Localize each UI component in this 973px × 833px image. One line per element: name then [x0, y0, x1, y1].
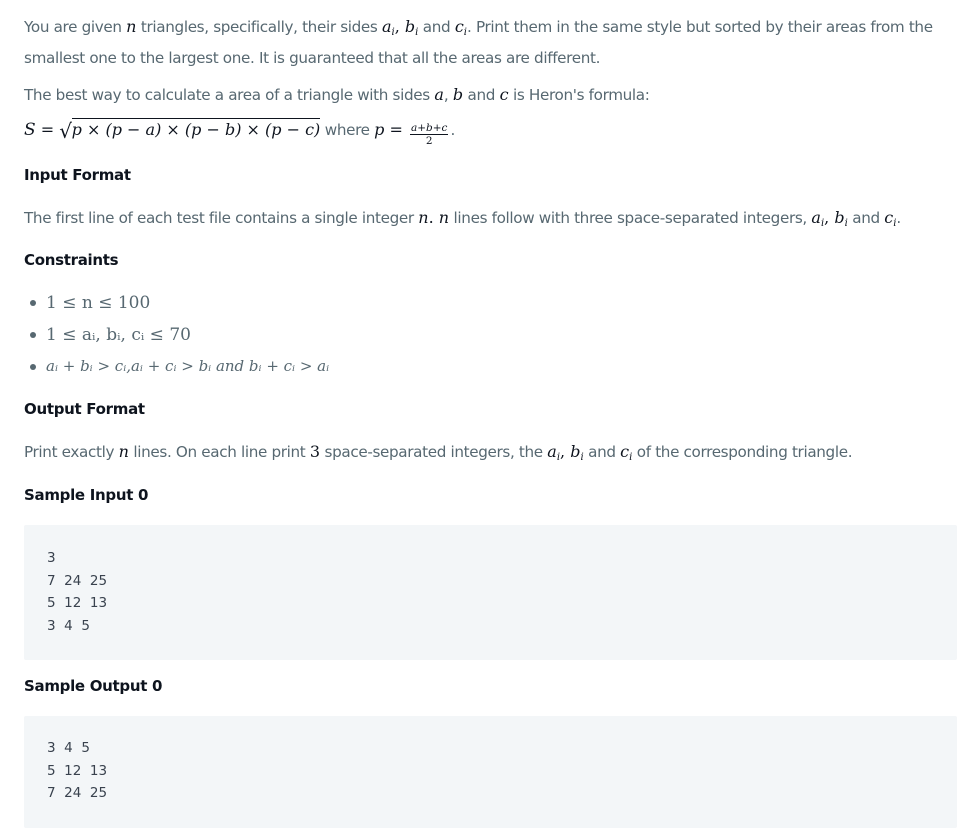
bullet-icon [30, 300, 36, 306]
var: a [381, 17, 392, 36]
code-line: 5 12 13 [47, 595, 108, 612]
text: where [320, 121, 375, 139]
math-a: a [434, 85, 444, 104]
var: c [620, 442, 630, 461]
math-n: n [126, 17, 137, 36]
intro-paragraph-line-1: You are given n triangles, specifically,… [24, 17, 933, 43]
text: and [847, 209, 885, 227]
var: c [884, 208, 894, 227]
text: The best way to calculate a area of a tr… [24, 86, 435, 104]
code-line: 7 24 25 [47, 572, 108, 589]
sample-output-code[interactable]: 3 4 5 5 12 13 7 24 25 [47, 737, 107, 805]
sample-output-code-block[interactable]: 3 4 5 5 12 13 7 24 25 [24, 716, 957, 828]
constraints-heading: Constraints [24, 251, 119, 269]
text: and [583, 443, 621, 461]
math-n: n [438, 208, 450, 227]
code-line: 3 4 5 [47, 740, 90, 756]
sample-output-heading: Sample Output 0 [24, 677, 163, 695]
math-c-i: ci [884, 208, 896, 229]
equals: = [384, 120, 408, 139]
intro-paragraph-line-2: smallest one to the largest one. It is g… [24, 49, 601, 67]
text: . [450, 121, 455, 139]
comma: , [560, 442, 571, 461]
text: . [896, 209, 901, 227]
var: b [834, 208, 845, 227]
var: b [404, 17, 416, 36]
heron-intro: The best way to calculate a area of a tr… [24, 85, 650, 105]
input-format-heading: Input Format [24, 166, 131, 184]
sample-input-heading: Sample Input 0 [24, 486, 149, 504]
text: is Heron's formula: [508, 86, 650, 104]
math-a-i: ai [811, 208, 824, 229]
text: and [418, 18, 455, 36]
math-n: n [418, 208, 429, 227]
var: a [547, 442, 557, 461]
constraint-text: aᵢ + bᵢ > cᵢ,aᵢ + cᵢ > bᵢ and bᵢ + cᵢ > … [46, 357, 330, 375]
math-a-i: ai [381, 17, 395, 38]
text: of the corresponding triangle. [632, 443, 853, 461]
heron-formula: S = √p × (p − a) × (p − b) × (p − c) whe… [24, 118, 455, 147]
equals: = [35, 120, 60, 139]
math-c-i: ci [620, 442, 632, 463]
code-line: 3 4 5 [47, 618, 90, 635]
var: a [811, 208, 821, 227]
math-p: p [374, 120, 385, 139]
output-format-heading: Output Format [24, 400, 145, 418]
text: lines follow with three space-separated … [449, 209, 812, 227]
radical-sign: √ [59, 119, 72, 143]
text: lines. On each line print [128, 443, 310, 461]
math-3: 3 [309, 442, 321, 461]
math-b: b [452, 85, 464, 104]
math-b-i: bi [404, 17, 418, 38]
text: The first line of each test file contain… [24, 209, 419, 227]
square-root: √p × (p − a) × (p − b) × (p − c) [59, 118, 321, 143]
math-a-i: ai [547, 442, 560, 463]
comma: , [824, 208, 835, 227]
text: . Print them in the same style but sorte… [466, 18, 933, 36]
math-c-i: ci [454, 17, 467, 38]
math-b-i: bi [570, 442, 583, 463]
code-line: 3 [47, 550, 56, 566]
comma: , [394, 17, 405, 36]
text: You are given [24, 18, 127, 36]
text: space-separated integers, the [320, 443, 548, 461]
fraction: a+b+c 2 [409, 122, 449, 147]
constraint-text: 1 ≤ n ≤ 100 [46, 293, 151, 313]
text: and [463, 86, 500, 104]
constraint-text: 1 ≤ aᵢ, bᵢ, cᵢ ≤ 70 [46, 325, 191, 345]
bullet-icon [30, 364, 36, 370]
math-n: n [118, 442, 129, 461]
radicand: p × (p − a) × (p − b) × (p − c) [71, 118, 321, 139]
denominator: 2 [425, 135, 433, 147]
text: , [443, 86, 453, 104]
math-c: c [499, 85, 509, 104]
text: Print exactly [24, 443, 119, 461]
numerator: a+b+c [409, 122, 449, 135]
var: c [454, 17, 464, 36]
math-S: S [24, 120, 36, 140]
output-format-text: Print exactly n lines. On each line prin… [24, 442, 853, 468]
sample-input-code[interactable]: 3 7 24 25 5 12 13 3 4 5 [47, 547, 107, 638]
code-line: 7 24 25 [47, 785, 108, 802]
sample-input-code-block[interactable]: 3 7 24 25 5 12 13 3 4 5 [24, 525, 957, 660]
math-b-i: bi [834, 208, 847, 229]
code-line: 5 12 13 [47, 762, 108, 779]
bullet-icon [30, 332, 36, 338]
text: triangles, specifically, their sides [136, 18, 382, 36]
text: . [428, 208, 439, 227]
input-format-text: The first line of each test file contain… [24, 208, 901, 234]
var: b [570, 442, 581, 461]
